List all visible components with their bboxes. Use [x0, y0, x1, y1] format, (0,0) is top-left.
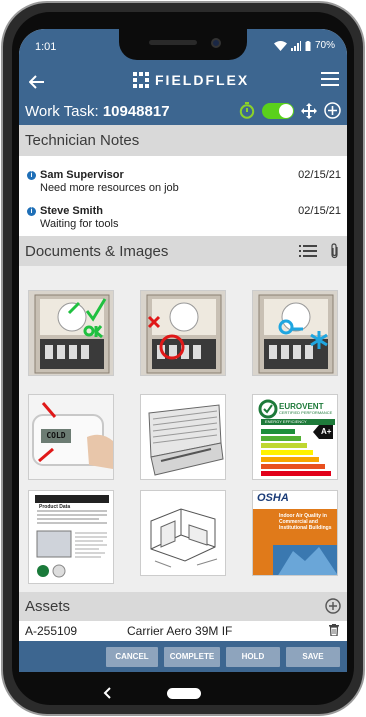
- phone-bezel: 1:01 70% FIELDFLEX Work Task: 10948817 T…: [12, 12, 354, 705]
- note-item[interactable]: i Sam Supervisor Need more resources on …: [19, 167, 347, 201]
- asset-id: A-255109: [25, 624, 78, 638]
- phone-notch: [119, 29, 247, 60]
- hamburger-menu-icon[interactable]: [321, 71, 339, 92]
- eurovent-label-thumbnail[interactable]: EUROVENT CERTIFIED PERFORMANCE ENERGY EF…: [252, 394, 338, 480]
- complete-button[interactable]: COMPLETE: [164, 646, 220, 667]
- toggle-knob: [279, 103, 293, 118]
- battery-icon: [305, 40, 311, 51]
- signal-icon: [290, 40, 301, 51]
- app-name: FIELDFLEX: [155, 72, 250, 88]
- thermostat-photo-thumbnail[interactable]: [28, 290, 114, 376]
- assets-header: Assets: [19, 592, 347, 621]
- work-task-number: 10948817: [102, 103, 170, 120]
- thermostat-display-thumbnail[interactable]: COLD: [28, 394, 114, 480]
- asset-row[interactable]: A-255109 Carrier Aero 39M IF: [19, 621, 347, 641]
- hold-button[interactable]: HOLD: [226, 646, 280, 667]
- add-circle-icon[interactable]: [324, 102, 341, 119]
- product-data-text: Product Data: [39, 504, 71, 510]
- note-info-icon: i: [27, 207, 36, 216]
- energy-text: ENERGY EFFICIENCY: [265, 419, 307, 424]
- product-data-thumbnail[interactable]: Product Data: [28, 490, 114, 584]
- cancel-button[interactable]: CANCEL: [106, 646, 158, 667]
- move-arrows-icon[interactable]: [301, 102, 317, 119]
- rating-text: A+: [321, 427, 332, 436]
- note-text: Need more resources on job: [40, 182, 179, 194]
- note-date: 02/15/21: [298, 205, 341, 217]
- note-date: 02/15/21: [298, 169, 341, 181]
- home-pill[interactable]: [167, 688, 201, 699]
- trash-icon[interactable]: [329, 624, 339, 636]
- section-title: Documents & Images: [25, 242, 169, 260]
- status-icons: 70%: [273, 40, 335, 51]
- ac-unit-diagram-thumbnail[interactable]: [140, 394, 226, 480]
- note-info-icon: i: [27, 171, 36, 180]
- add-circle-icon[interactable]: [325, 598, 341, 614]
- timer-icon[interactable]: [239, 102, 255, 119]
- wifi-icon: [273, 40, 287, 51]
- work-task-title: Work Task: 10948817: [25, 103, 170, 120]
- note-author: Sam Supervisor: [40, 169, 124, 181]
- note-item[interactable]: i Steve Smith Waiting for tools 02/15/21: [19, 203, 347, 237]
- nav-back-icon[interactable]: [102, 686, 112, 700]
- eurovent-subtext: CERTIFIED PERFORMANCE: [279, 410, 333, 415]
- back-arrow-icon[interactable]: [28, 72, 45, 95]
- app-screen: 1:01 70% FIELDFLEX Work Task: 10948817 T…: [19, 29, 347, 672]
- thermostat-annotated-image: [258, 294, 334, 374]
- section-title: Technician Notes: [25, 132, 140, 149]
- note-text: Waiting for tools: [40, 218, 119, 230]
- logo-grid-icon: [133, 72, 149, 88]
- paperclip-icon[interactable]: [330, 243, 339, 259]
- task-toolbar: [239, 102, 341, 119]
- system-nav-bar: [12, 672, 354, 705]
- speaker: [149, 40, 197, 45]
- ac-unit-diagram-image: [141, 395, 225, 479]
- clock-toggle[interactable]: [262, 102, 294, 119]
- osha-document-thumbnail[interactable]: OSHA Indoor Air Quality in Commercial an…: [252, 490, 338, 576]
- thermostat-photo-thumbnail[interactable]: [252, 290, 338, 376]
- documents-grid: COLD EUROVENT CERTIFIED PERFORMANCE ENER…: [19, 266, 347, 592]
- osha-title-text: Indoor Air Quality in Commercial and Ins…: [279, 513, 332, 531]
- thermostat-annotated-image: [34, 294, 110, 374]
- display-text: COLD: [46, 431, 66, 440]
- section-title: Assets: [25, 598, 71, 615]
- save-button[interactable]: SAVE: [286, 646, 340, 667]
- action-bar: CANCEL COMPLETE HOLD SAVE: [19, 641, 347, 672]
- app-logo: FIELDFLEX: [133, 72, 249, 88]
- phone-frame: 1:01 70% FIELDFLEX Work Task: 10948817 T…: [1, 1, 365, 716]
- front-camera: [211, 38, 221, 48]
- battery-level: 70%: [314, 40, 335, 51]
- list-view-icon[interactable]: [299, 244, 317, 258]
- asset-name: Carrier Aero 39M IF: [127, 624, 233, 638]
- status-time: 1:01: [35, 41, 57, 53]
- blueprint-drawing-image: [141, 491, 225, 575]
- osha-text: OSHA: [257, 492, 289, 504]
- thermostat-photo-thumbnail[interactable]: [140, 290, 226, 376]
- documents-header: Documents & Images: [19, 236, 347, 266]
- technician-notes-header: Technician Notes: [19, 125, 347, 156]
- blueprint-drawing-thumbnail[interactable]: [140, 490, 226, 576]
- thermostat-annotated-image: [146, 294, 222, 374]
- work-task-label: Work Task:: [25, 103, 99, 120]
- note-author: Steve Smith: [40, 205, 103, 217]
